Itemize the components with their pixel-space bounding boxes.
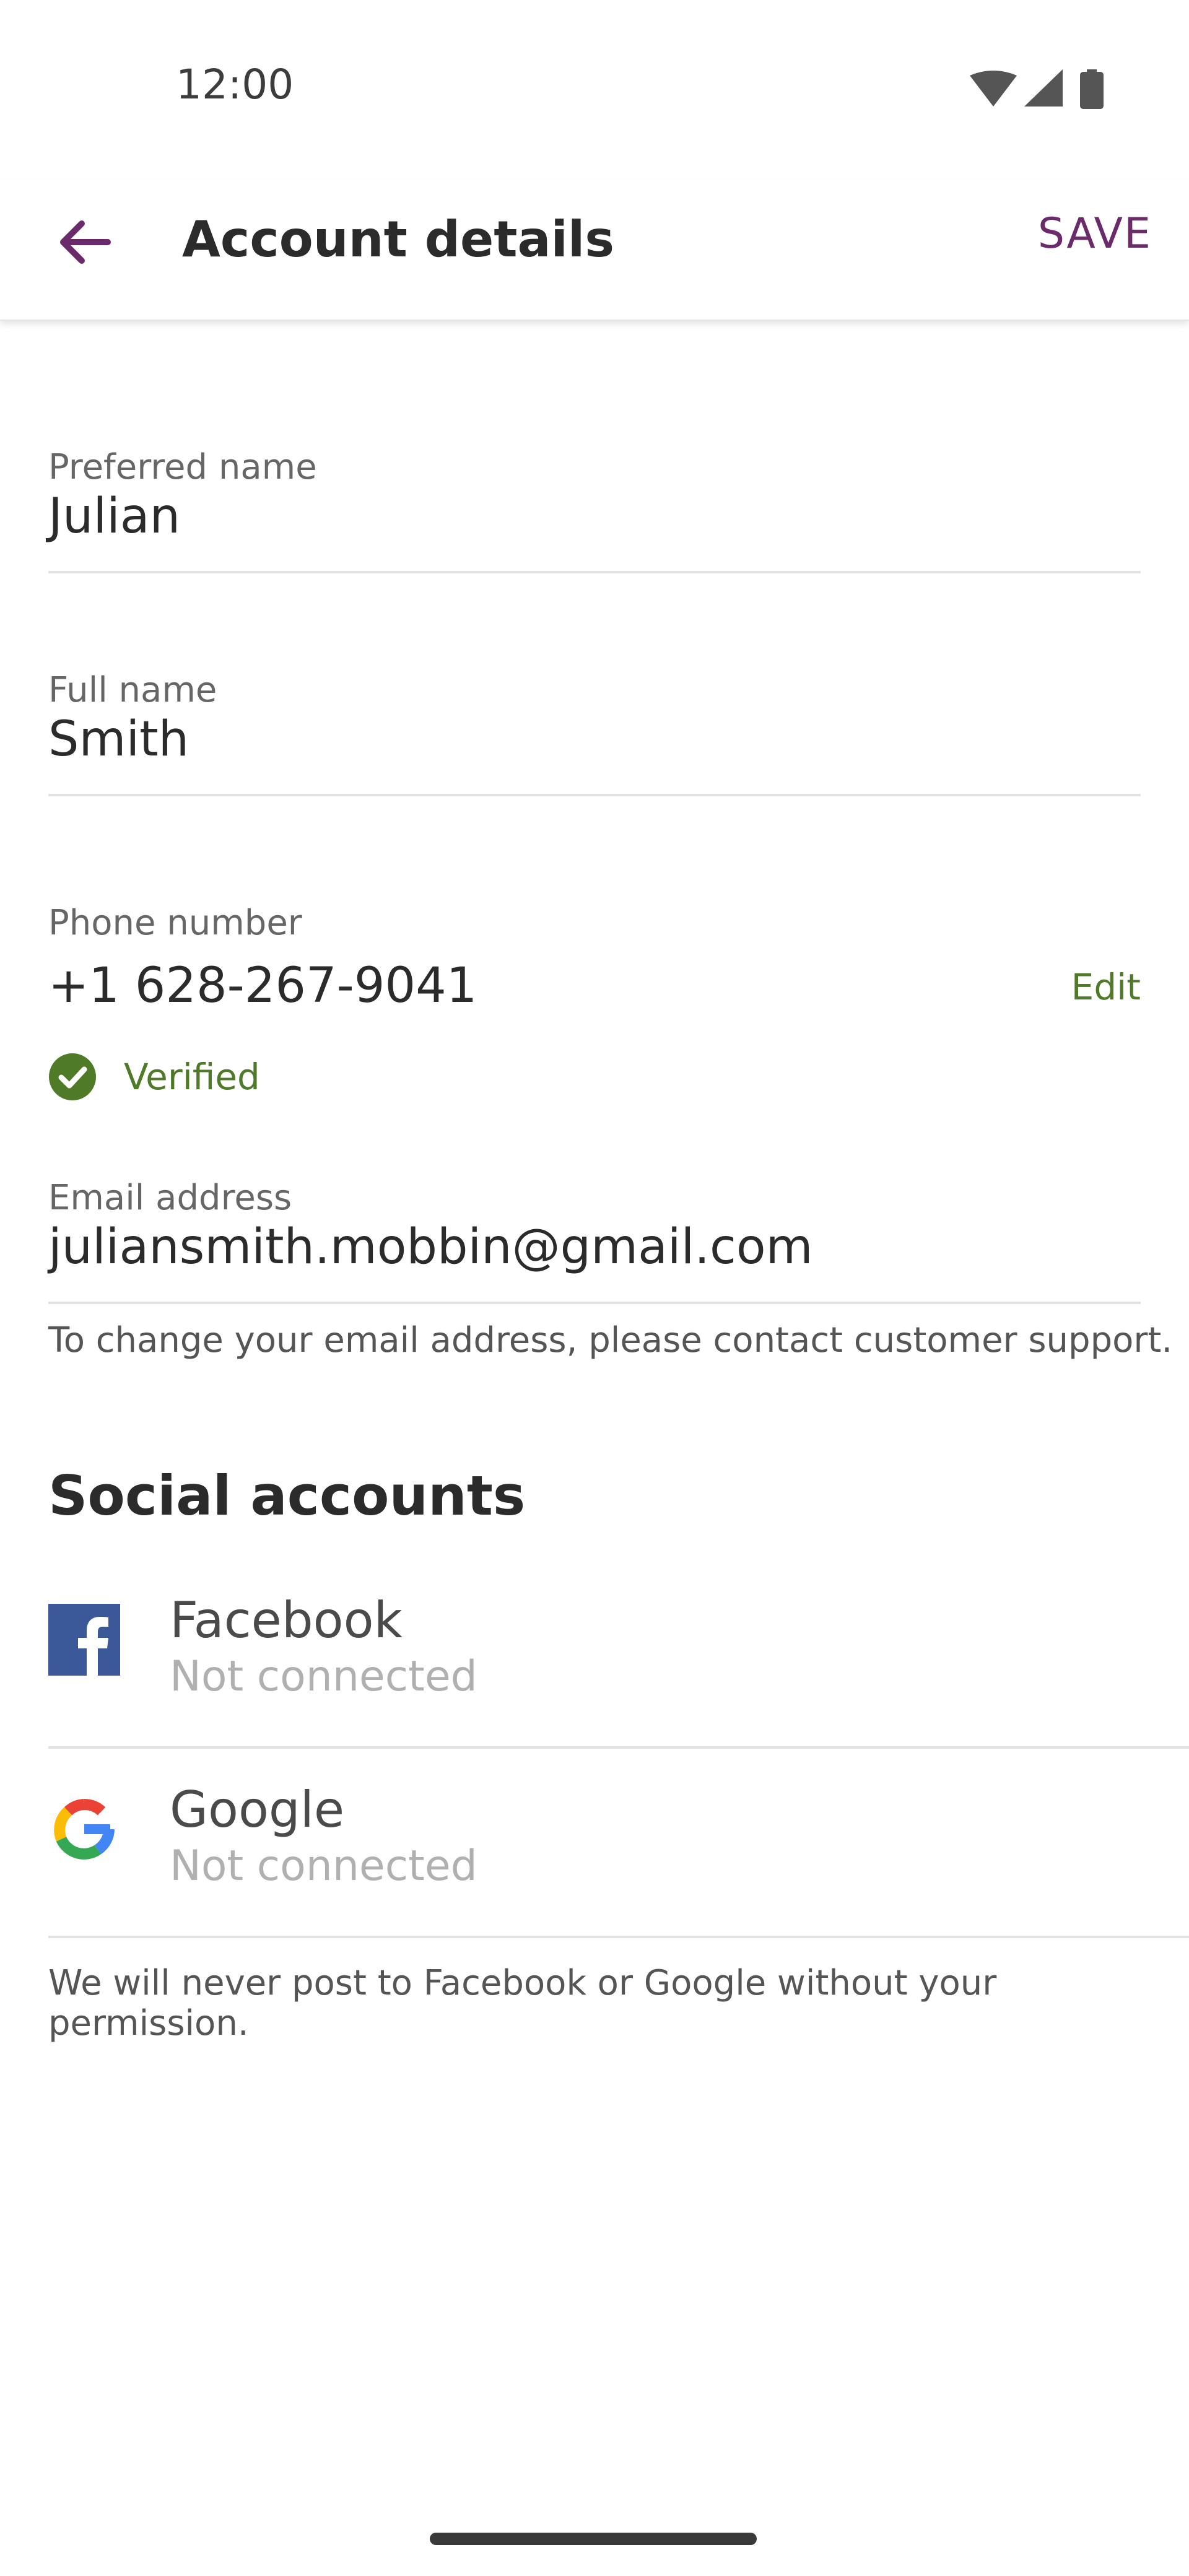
cellular-signal-icon (1024, 69, 1063, 107)
verified-label: Verified (124, 1056, 260, 1098)
home-indicator[interactable] (430, 2533, 757, 2545)
google-icon (54, 1799, 115, 1860)
battery-icon (1080, 69, 1104, 109)
preferred-name-input[interactable]: Julian (48, 489, 1141, 544)
arrow-left-icon (60, 220, 111, 264)
social-accounts-heading: Social accounts (48, 1464, 526, 1528)
back-button[interactable] (52, 208, 120, 276)
facebook-icon (48, 1604, 120, 1676)
social-divider (48, 1936, 1189, 1938)
email-underline (48, 1302, 1141, 1304)
phone-number-field: Phone number +1 628-267-9041 Edit Verifi… (48, 903, 1141, 1100)
preferred-name-field[interactable]: Preferred name Julian (48, 447, 1141, 573)
email-field: Email address juliansmith.mobbin@gmail.c… (48, 1178, 1141, 1304)
social-status: Not connected (170, 1842, 477, 1891)
email-helper-text: To change your email address, please con… (48, 1320, 1173, 1360)
social-name: Facebook (170, 1591, 403, 1649)
wifi-icon (970, 71, 1017, 107)
full-name-input[interactable]: Smith (48, 711, 1141, 767)
email-label: Email address (48, 1178, 292, 1218)
check-circle-icon (49, 1053, 96, 1100)
full-name-field[interactable]: Full name Smith (48, 670, 1141, 796)
phone-number-label: Phone number (48, 903, 302, 943)
social-row-google[interactable]: Google Not connected (48, 1781, 1189, 1967)
app-bar: Account details SAVE (0, 180, 1189, 321)
phone-number-value: +1 628-267-9041 (48, 958, 477, 1014)
save-button[interactable]: SAVE (1038, 209, 1152, 258)
status-icons (970, 69, 1125, 113)
preferred-name-label: Preferred name (48, 447, 317, 487)
full-name-label: Full name (48, 670, 217, 710)
social-row-facebook[interactable]: Facebook Not connected (48, 1591, 1189, 1777)
edit-phone-button[interactable]: Edit (1071, 966, 1141, 1008)
social-name: Google (170, 1781, 345, 1838)
email-value: juliansmith.mobbin@gmail.com (48, 1219, 813, 1275)
social-divider (48, 1746, 1189, 1749)
verified-row: Verified (48, 1053, 260, 1101)
social-footer-text: We will never post to Facebook or Google… (48, 1963, 997, 2043)
preferred-name-underline (48, 571, 1141, 573)
full-name-underline (48, 794, 1141, 796)
page-title: Account details (182, 211, 614, 268)
status-bar: 12:00 (0, 0, 1189, 180)
status-time: 12:00 (176, 61, 294, 108)
social-status: Not connected (170, 1652, 477, 1701)
